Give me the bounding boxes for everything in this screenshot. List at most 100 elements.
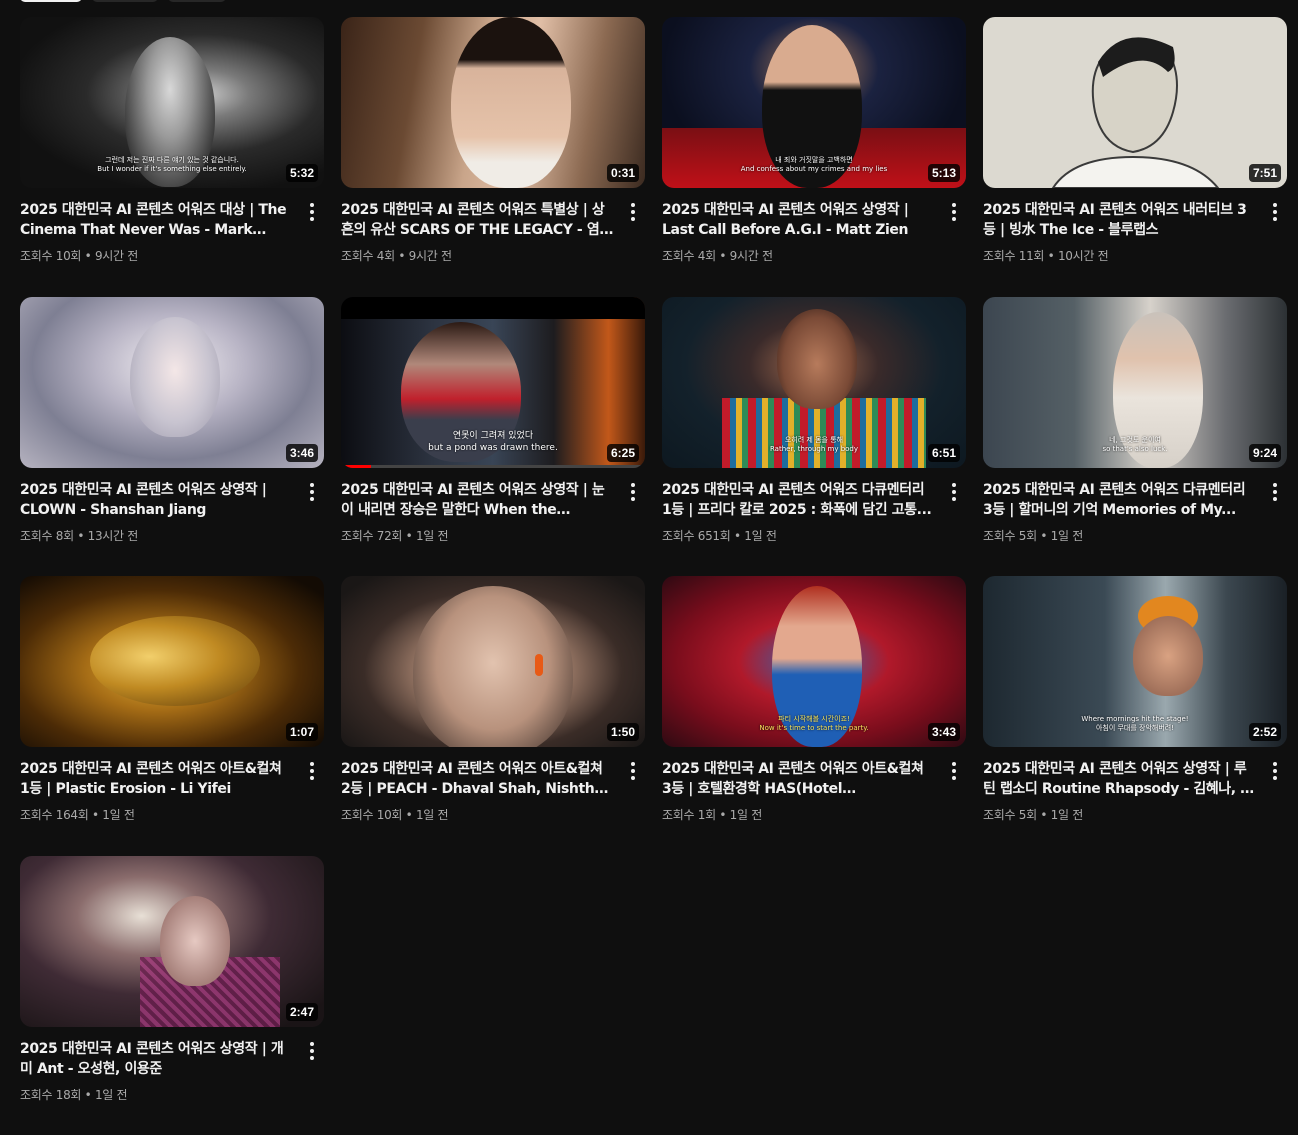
video-card[interactable]: 1:50 2025 대한민국 AI 콘텐츠 어워즈 아트&컬쳐 2등 | PEA… bbox=[341, 576, 645, 856]
video-title[interactable]: 2025 대한민국 AI 콘텐츠 어워즈 상영작 | 루틴 랩소디 Routin… bbox=[983, 759, 1257, 799]
video-card[interactable]: 7:51 2025 대한민국 AI 콘텐츠 어워즈 내러티브 3등 | 빙水 T… bbox=[983, 17, 1287, 297]
filter-chip[interactable] bbox=[92, 0, 158, 2]
filter-chip[interactable] bbox=[168, 0, 226, 2]
video-stats: 조회수 4회 • 9시간 전 bbox=[341, 247, 615, 264]
video-title[interactable]: 2025 대한민국 AI 콘텐츠 어워즈 아트&컬쳐 1등 | Plastic … bbox=[20, 759, 294, 799]
video-card[interactable]: 내 죄와 거짓말을 고백하면 And confess about my crim… bbox=[662, 17, 966, 297]
duration-badge: 2:52 bbox=[1249, 723, 1281, 741]
subtitle-caption: 네, 그것도 운이여 so that's also luck. bbox=[983, 436, 1287, 454]
video-thumbnail[interactable]: 그런데 저는 진짜 다른 얘기 있는 것 같습니다. But I wonder … bbox=[20, 17, 324, 188]
more-actions-icon[interactable] bbox=[300, 1039, 324, 1063]
duration-badge: 7:51 bbox=[1249, 164, 1281, 182]
more-actions-icon[interactable] bbox=[942, 200, 966, 224]
subtitle-caption: 연못이 그려져 있었다 but a pond was drawn there. bbox=[341, 430, 645, 454]
video-stats: 조회수 11회 • 10시간 전 bbox=[983, 247, 1257, 264]
more-actions-icon[interactable] bbox=[300, 480, 324, 504]
video-stats: 조회수 164회 • 1일 전 bbox=[20, 806, 294, 823]
duration-badge: 9:24 bbox=[1249, 444, 1281, 462]
progress-bar bbox=[341, 465, 645, 468]
illustration bbox=[983, 17, 1287, 188]
video-thumbnail[interactable]: 3:46 bbox=[20, 297, 324, 468]
duration-badge: 3:43 bbox=[928, 723, 960, 741]
subtitle-caption: Where mornings hit the stage! 아침이 무대를 장악… bbox=[983, 715, 1287, 733]
video-card[interactable]: Where mornings hit the stage! 아침이 무대를 장악… bbox=[983, 576, 1287, 856]
video-card[interactable]: 오히려 제 몸을 통해 Rather, through my body 6:51… bbox=[662, 297, 966, 577]
duration-badge: 6:25 bbox=[607, 444, 639, 462]
video-thumbnail[interactable]: 0:31 bbox=[341, 17, 645, 188]
video-stats: 조회수 1회 • 1일 전 bbox=[662, 806, 936, 823]
video-card[interactable]: 네, 그것도 운이여 so that's also luck. 9:24 202… bbox=[983, 297, 1287, 577]
video-thumbnail[interactable]: 파티 시작해볼 시간이죠! Now it's time to start the… bbox=[662, 576, 966, 747]
video-title[interactable]: 2025 대한민국 AI 콘텐츠 어워즈 내러티브 3등 | 빙水 The Ic… bbox=[983, 200, 1257, 240]
duration-badge: 2:47 bbox=[286, 1003, 318, 1021]
portrait-figure bbox=[130, 317, 220, 437]
video-card[interactable]: 그런데 저는 진짜 다른 얘기 있는 것 같습니다. But I wonder … bbox=[20, 17, 324, 297]
duration-badge: 1:07 bbox=[286, 723, 318, 741]
video-thumbnail[interactable]: 네, 그것도 운이여 so that's also luck. 9:24 bbox=[983, 297, 1287, 468]
duration-badge: 5:13 bbox=[928, 164, 960, 182]
video-title[interactable]: 2025 대한민국 AI 콘텐츠 어워즈 다큐멘터리 1등 | 프리다 칼로 2… bbox=[662, 480, 936, 520]
portrait-figure bbox=[777, 309, 857, 409]
duration-badge: 0:31 bbox=[607, 164, 639, 182]
video-title[interactable]: 2025 대한민국 AI 콘텐츠 어워즈 상영작 | CLOWN - Shans… bbox=[20, 480, 294, 520]
video-title[interactable]: 2025 대한민국 AI 콘텐츠 어워즈 상영작 | Last Call Bef… bbox=[662, 200, 936, 240]
filter-chips bbox=[20, 0, 226, 2]
video-thumbnail[interactable]: Where mornings hit the stage! 아침이 무대를 장악… bbox=[983, 576, 1287, 747]
portrait-figure bbox=[413, 586, 573, 747]
video-thumbnail[interactable]: 내 죄와 거짓말을 고백하면 And confess about my crim… bbox=[662, 17, 966, 188]
duration-badge: 6:51 bbox=[928, 444, 960, 462]
video-card[interactable]: 연못이 그려져 있었다 but a pond was drawn there. … bbox=[341, 297, 645, 577]
video-thumbnail[interactable]: 오히려 제 몸을 통해 Rather, through my body 6:51 bbox=[662, 297, 966, 468]
video-stats: 조회수 18회 • 1일 전 bbox=[20, 1086, 294, 1103]
tear-drop bbox=[535, 654, 543, 676]
more-actions-icon[interactable] bbox=[300, 759, 324, 783]
video-title[interactable]: 2025 대한민국 AI 콘텐츠 어워즈 대상 | The Cinema Tha… bbox=[20, 200, 294, 240]
video-title[interactable]: 2025 대한민국 AI 콘텐츠 어워즈 다큐멘터리 3등 | 할머니의 기억 … bbox=[983, 480, 1257, 520]
more-actions-icon[interactable] bbox=[621, 759, 645, 783]
video-stats: 조회수 4회 • 9시간 전 bbox=[662, 247, 936, 264]
video-stats: 조회수 5회 • 1일 전 bbox=[983, 806, 1257, 823]
video-card[interactable]: 파티 시작해볼 시간이죠! Now it's time to start the… bbox=[662, 576, 966, 856]
golden-fish bbox=[90, 616, 260, 706]
video-thumbnail[interactable]: 연못이 그려져 있었다 but a pond was drawn there. … bbox=[341, 297, 645, 468]
portrait-figure bbox=[1133, 616, 1203, 696]
video-title[interactable]: 2025 대한민국 AI 콘텐츠 어워즈 특별상 | 상흔의 유산 SCARS … bbox=[341, 200, 615, 240]
video-thumbnail[interactable]: 2:47 bbox=[20, 856, 324, 1027]
video-thumbnail[interactable]: 1:50 bbox=[341, 576, 645, 747]
video-stats: 조회수 651회 • 1일 전 bbox=[662, 527, 936, 544]
more-actions-icon[interactable] bbox=[1263, 200, 1287, 224]
video-card[interactable]: 1:07 2025 대한민국 AI 콘텐츠 어워즈 아트&컬쳐 1등 | Pla… bbox=[20, 576, 324, 856]
more-actions-icon[interactable] bbox=[621, 480, 645, 504]
video-title[interactable]: 2025 대한민국 AI 콘텐츠 어워즈 상영작 | 눈이 내리면 장승은 말한… bbox=[341, 480, 615, 520]
video-stats: 조회수 72회 • 1일 전 bbox=[341, 527, 615, 544]
subtitle-caption: 오히려 제 몸을 통해 Rather, through my body bbox=[662, 436, 966, 454]
subtitle-caption: 그런데 저는 진짜 다른 얘기 있는 것 같습니다. But I wonder … bbox=[20, 156, 324, 174]
video-grid: 그런데 저는 진짜 다른 얘기 있는 것 같습니다. But I wonder … bbox=[20, 17, 1287, 1135]
video-stats: 조회수 10회 • 9시간 전 bbox=[20, 247, 294, 264]
more-actions-icon[interactable] bbox=[1263, 759, 1287, 783]
video-stats: 조회수 10회 • 1일 전 bbox=[341, 806, 615, 823]
more-actions-icon[interactable] bbox=[300, 200, 324, 224]
more-actions-icon[interactable] bbox=[942, 480, 966, 504]
subtitle-caption: 파티 시작해볼 시간이죠! Now it's time to start the… bbox=[662, 715, 966, 733]
more-actions-icon[interactable] bbox=[1263, 480, 1287, 504]
video-thumbnail[interactable]: 1:07 bbox=[20, 576, 324, 747]
duration-badge: 3:46 bbox=[286, 444, 318, 462]
filter-chip-selected[interactable] bbox=[20, 0, 82, 2]
video-title[interactable]: 2025 대한민국 AI 콘텐츠 어워즈 아트&컬쳐 3등 | 호텔환경학 HA… bbox=[662, 759, 936, 799]
portrait-figure bbox=[451, 17, 571, 188]
video-title[interactable]: 2025 대한민국 AI 콘텐츠 어워즈 아트&컬쳐 2등 | PEACH - … bbox=[341, 759, 615, 799]
video-stats: 조회수 5회 • 1일 전 bbox=[983, 527, 1257, 544]
video-title[interactable]: 2025 대한민국 AI 콘텐츠 어워즈 상영작 | 개미 Ant - 오성현,… bbox=[20, 1039, 294, 1079]
video-thumbnail[interactable]: 7:51 bbox=[983, 17, 1287, 188]
more-actions-icon[interactable] bbox=[942, 759, 966, 783]
more-actions-icon[interactable] bbox=[621, 200, 645, 224]
video-card[interactable]: 0:31 2025 대한민국 AI 콘텐츠 어워즈 특별상 | 상흔의 유산 S… bbox=[341, 17, 645, 297]
video-stats: 조회수 8회 • 13시간 전 bbox=[20, 527, 294, 544]
duration-badge: 1:50 bbox=[607, 723, 639, 741]
video-card[interactable]: 2:47 2025 대한민국 AI 콘텐츠 어워즈 상영작 | 개미 Ant -… bbox=[20, 856, 324, 1135]
subtitle-caption: 내 죄와 거짓말을 고백하면 And confess about my crim… bbox=[662, 156, 966, 174]
duration-badge: 5:32 bbox=[286, 164, 318, 182]
portrait-figure bbox=[160, 896, 230, 986]
video-card[interactable]: 3:46 2025 대한민국 AI 콘텐츠 어워즈 상영작 | CLOWN - … bbox=[20, 297, 324, 577]
